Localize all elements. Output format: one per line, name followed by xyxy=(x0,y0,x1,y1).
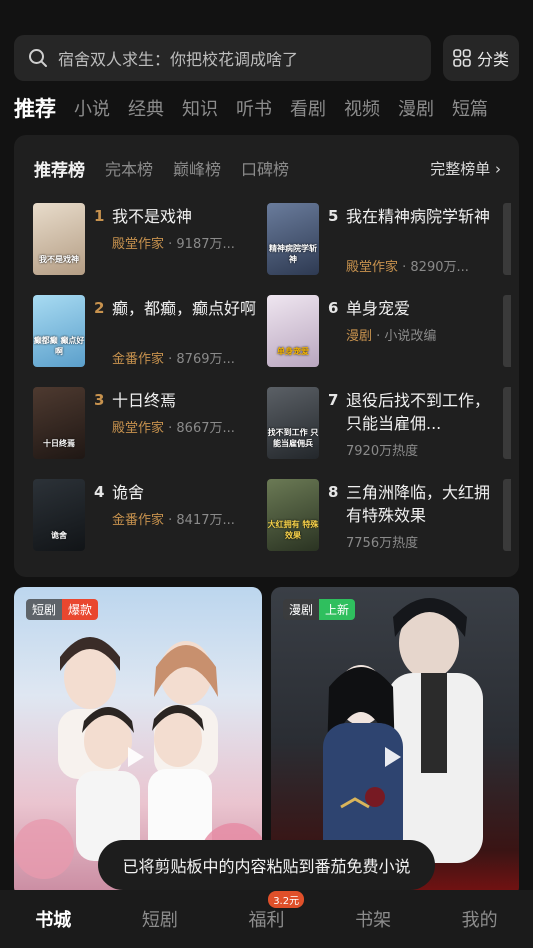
book-item[interactable]: 十日终焉 3 十日终焉 殿堂作家 · 8667万... xyxy=(33,387,261,461)
video-type-badge: 漫剧 xyxy=(283,599,320,620)
book-item[interactable]: 单身宠爱 6 单身宠爱 漫剧 · 小说改编 xyxy=(267,295,495,369)
ranking-tab-peak[interactable]: 巅峰榜 xyxy=(173,156,221,180)
next-column-peek xyxy=(503,387,511,459)
book-title: 癫，都癫，癫点好啊 xyxy=(112,299,257,318)
book-meta: 7920万热度 xyxy=(346,444,419,459)
book-rank: 4 xyxy=(94,483,105,501)
search-icon xyxy=(29,49,47,67)
book-rank: 2 xyxy=(94,299,105,317)
book-cover: 诡舍 xyxy=(33,479,85,551)
bottom-nav: 书城 短剧 福利 3.2元 书架 我的 xyxy=(0,890,533,948)
book-cover: 精神病院学斩神 xyxy=(267,203,319,275)
book-item[interactable]: 精神病院学斩神 5 我在精神病院学斩神 殿堂作家 · 8290万... xyxy=(267,203,495,277)
video-badges: 短剧 爆款 xyxy=(26,599,99,620)
tab-knowledge[interactable]: 知识 xyxy=(182,95,218,121)
nav-profile[interactable]: 我的 xyxy=(426,890,533,948)
book-cover: 癫都癫 癫点好啊 xyxy=(33,295,85,367)
book-cover: 单身宠爱 xyxy=(267,295,319,367)
ranking-tab-recommend[interactable]: 推荐榜 xyxy=(34,156,85,181)
nav-bookshelf[interactable]: 书架 xyxy=(320,890,427,948)
video-badges: 漫剧 上新 xyxy=(283,599,356,620)
book-meta: 殿堂作家 · 8290万... xyxy=(346,260,469,275)
book-rank: 6 xyxy=(328,299,339,317)
book-title: 我在精神病院学斩神 xyxy=(346,207,491,226)
tab-drama[interactable]: 看剧 xyxy=(290,95,326,121)
video-tag-badge: 上新 xyxy=(319,599,356,620)
play-icon xyxy=(128,747,144,767)
welfare-badge: 3.2元 xyxy=(268,891,305,908)
category-button[interactable]: 分类 xyxy=(443,35,519,81)
category-label: 分类 xyxy=(476,50,509,69)
book-title: 我不是戏神 xyxy=(112,207,193,226)
next-column-peek xyxy=(503,479,511,551)
book-item[interactable]: 诡舍 4 诡舍 金番作家 · 8417万... xyxy=(33,479,261,553)
book-meta: 殿堂作家 · 8667万... xyxy=(112,421,235,436)
channel-tabs: 推荐 小说 经典 知识 听书 看剧 视频 漫剧 短篇 xyxy=(14,92,533,124)
book-title: 退役后找不到工作，只能当雇佣... xyxy=(346,391,491,433)
video-tag-badge: 爆款 xyxy=(62,599,99,620)
book-cover: 大红拥有 特殊效果 xyxy=(267,479,319,551)
book-title: 诡舍 xyxy=(112,483,145,502)
full-ranking-link[interactable]: 完整榜单 › xyxy=(430,158,501,179)
book-item[interactable]: 癫都癫 癫点好啊 2 癫，都癫，癫点好啊 金番作家 · 8769万... xyxy=(33,295,261,369)
nav-bookstore[interactable]: 书城 xyxy=(0,890,107,948)
book-item[interactable]: 我不是戏神 1 我不是戏神 殿堂作家 · 9187万... xyxy=(33,203,261,277)
tab-novel[interactable]: 小说 xyxy=(74,95,110,121)
book-title: 三角洲降临，大红拥有特殊效果 xyxy=(346,483,491,525)
nav-welfare[interactable]: 福利 3.2元 xyxy=(213,890,320,948)
grid-icon xyxy=(453,49,471,67)
ranking-tab-completed[interactable]: 完本榜 xyxy=(105,156,153,180)
tab-short-story[interactable]: 短篇 xyxy=(452,95,488,121)
book-rank: 3 xyxy=(94,391,105,409)
ranking-tab-reputation[interactable]: 口碑榜 xyxy=(241,156,289,180)
book-item[interactable]: 找不到工作 只能当雇佣兵 7 退役后找不到工作，只能当雇佣... 7920万热度 xyxy=(267,387,495,461)
book-cover: 找不到工作 只能当雇佣兵 xyxy=(267,387,319,459)
book-title: 单身宠爱 xyxy=(346,299,411,318)
book-rank: 7 xyxy=(328,391,339,409)
ranking-card: 推荐榜 完本榜 巅峰榜 口碑榜 完整榜单 › 我不是戏神 1 我不是戏神 殿堂作… xyxy=(14,135,519,577)
play-icon xyxy=(385,747,401,767)
tab-classic[interactable]: 经典 xyxy=(128,95,164,121)
next-column-peek xyxy=(503,203,511,275)
clipboard-toast: 已将剪贴板中的内容粘贴到番茄免费小说 xyxy=(98,840,435,890)
book-cover: 我不是戏神 xyxy=(33,203,85,275)
book-meta: 金番作家 · 8769万... xyxy=(112,352,235,367)
book-meta: 7756万热度 xyxy=(346,536,419,551)
tab-audiobook[interactable]: 听书 xyxy=(236,95,272,121)
book-rank: 8 xyxy=(328,483,339,501)
book-cover: 十日终焉 xyxy=(33,387,85,459)
next-column-peek xyxy=(503,295,511,367)
tab-recommend[interactable]: 推荐 xyxy=(14,93,56,123)
book-rank: 1 xyxy=(94,207,105,225)
book-meta: 殿堂作家 · 9187万... xyxy=(112,237,235,252)
book-title: 十日终焉 xyxy=(112,391,177,410)
ranking-tabs: 推荐榜 完本榜 巅峰榜 口碑榜 完整榜单 › xyxy=(34,155,501,181)
nav-short-drama[interactable]: 短剧 xyxy=(107,890,214,948)
search-query: 宿舍双人求生：你把校花调成啥了 xyxy=(58,50,299,69)
tab-video[interactable]: 视频 xyxy=(344,95,380,121)
tab-comic-drama[interactable]: 漫剧 xyxy=(398,95,434,121)
video-type-badge: 短剧 xyxy=(26,599,63,620)
book-meta: 漫剧 · 小说改编 xyxy=(346,329,437,344)
book-item[interactable]: 大红拥有 特殊效果 8 三角洲降临，大红拥有特殊效果 7756万热度 xyxy=(267,479,495,553)
book-meta: 金番作家 · 8417万... xyxy=(112,513,235,528)
nav-welfare-label: 福利 xyxy=(248,910,285,931)
book-rank: 5 xyxy=(328,207,339,225)
search-row: 宿舍双人求生：你把校花调成啥了 分类 xyxy=(14,35,519,81)
search-input[interactable]: 宿舍双人求生：你把校花调成啥了 xyxy=(14,35,431,81)
